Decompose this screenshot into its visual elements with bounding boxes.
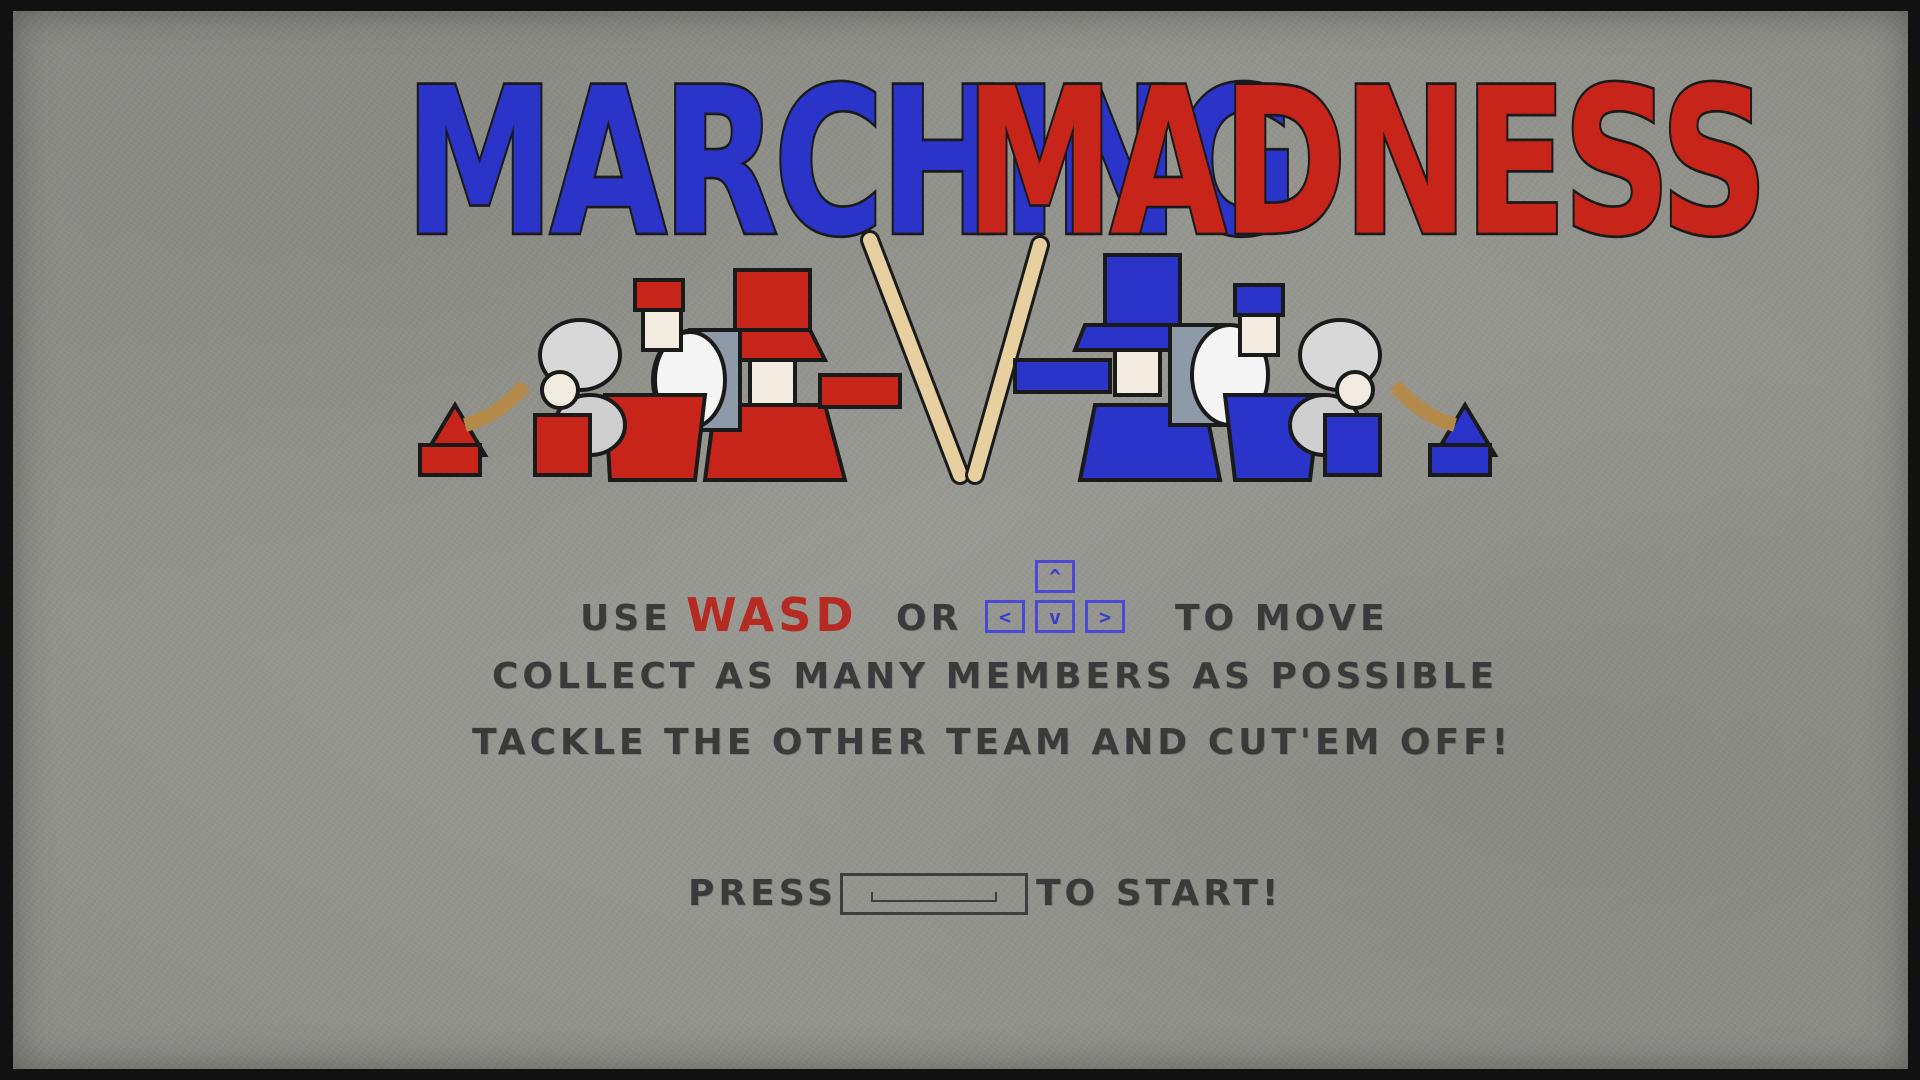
to-start-label: TO START! — [1036, 873, 1283, 914]
arrow-right-key-icon: > — [1085, 600, 1125, 633]
spacebar-key-detail — [871, 892, 997, 902]
press-label: PRESS — [688, 873, 837, 914]
arrow-down-key-icon: v — [1035, 600, 1075, 633]
arrow-up-key-icon: ^ — [1035, 560, 1075, 593]
wasd-keys-label: WASD — [686, 588, 858, 642]
arrow-left-key-icon: < — [985, 600, 1025, 633]
or-label: OR — [896, 598, 963, 639]
use-label: USE — [580, 598, 672, 639]
blue-team-icon — [1013, 253, 1499, 482]
to-move-label: TO MOVE — [1175, 598, 1389, 639]
screen-frame: MARCHING MADNESS USE WASD OR ^ < v > TO … — [0, 0, 1920, 1080]
spacebar-key-icon — [840, 873, 1028, 915]
marching-band-illustration — [418, 230, 1499, 485]
tackle-instruction: TACKLE THE OTHER TEAM AND CUT'EM OFF! — [472, 722, 1513, 763]
arrow-keys-icon: ^ < v > — [985, 560, 1130, 640]
red-team-icon — [418, 268, 902, 482]
collect-instruction: COLLECT AS MANY MEMBERS AS POSSIBLE — [492, 656, 1499, 697]
game-logo: MARCHING MADNESS — [403, 60, 1770, 485]
crossed-drumsticks-icon — [860, 230, 1050, 485]
